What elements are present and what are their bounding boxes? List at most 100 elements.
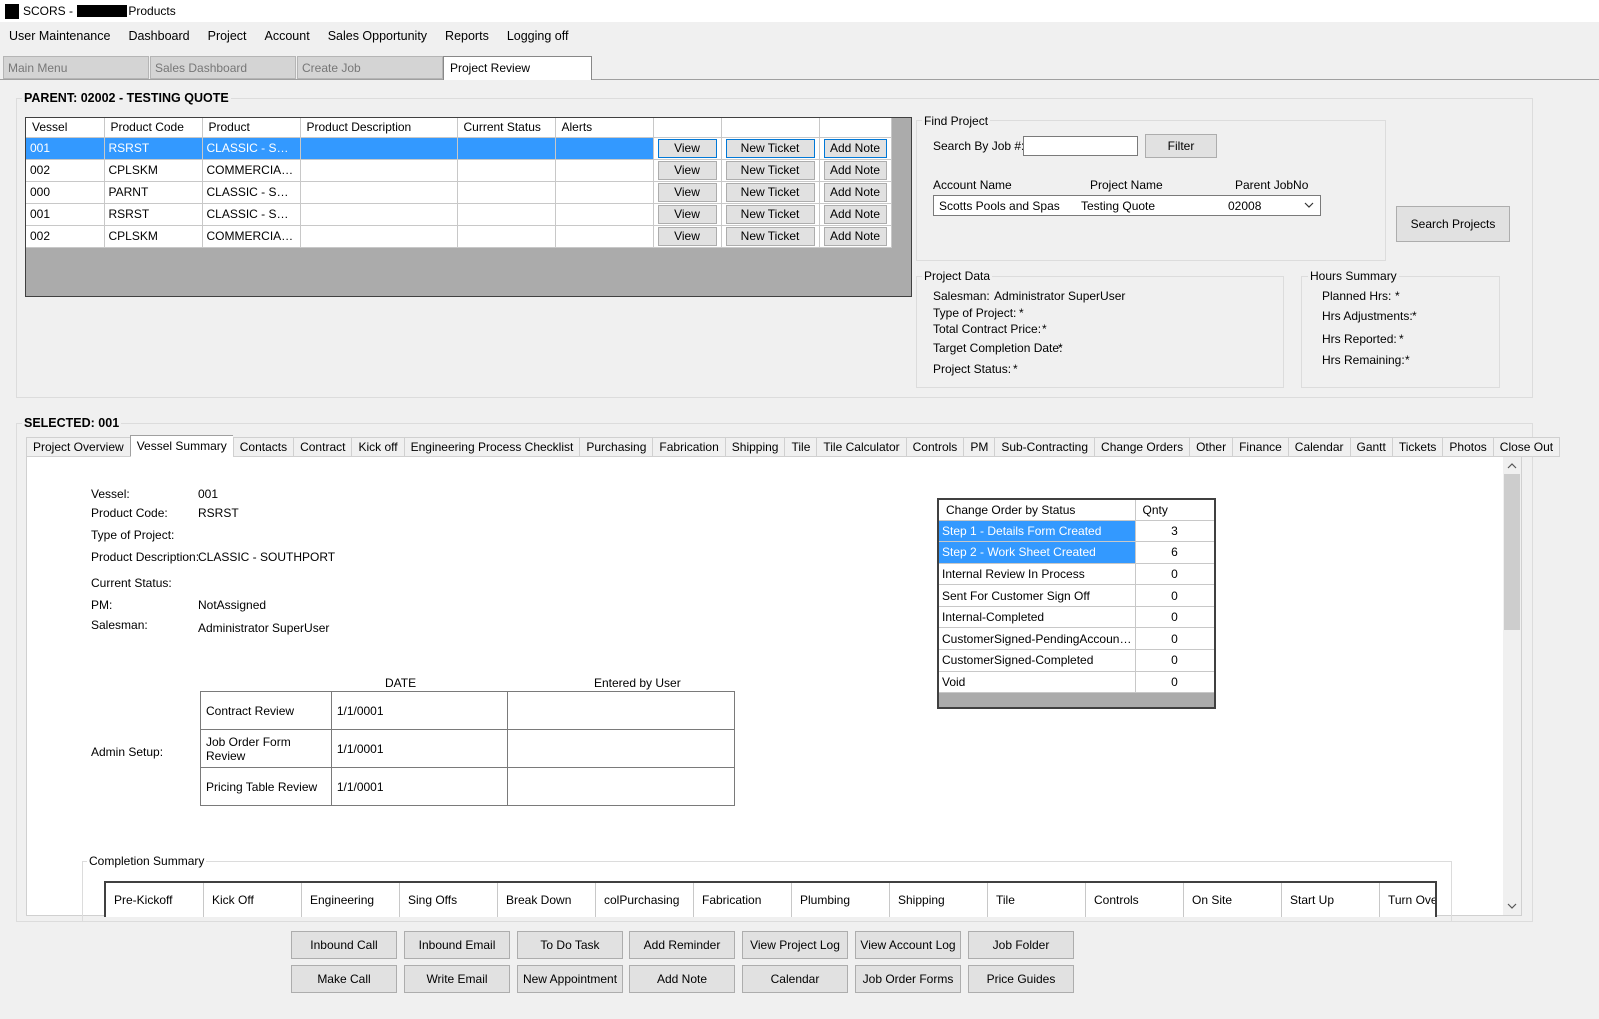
tab-kick-off[interactable]: Kick off [351,437,404,457]
new-ticket-button[interactable]: New Ticket [725,204,815,224]
view-project-log-button[interactable]: View Project Log [742,931,848,959]
tab-pm[interactable]: PM [963,437,995,457]
menu-reports[interactable]: Reports [436,26,498,48]
inbound-email-button[interactable]: Inbound Email [404,931,510,959]
co-row[interactable]: Void 0 [939,671,1214,694]
comp-col-shipping[interactable]: Shipping [890,883,988,917]
scrollbar-thumb[interactable] [1504,474,1520,630]
filter-button[interactable]: Filter [1145,134,1217,158]
tab-finance[interactable]: Finance [1232,437,1288,457]
add-note-button[interactable]: Add Note [823,204,887,224]
view-button[interactable]: View [657,182,717,202]
scroll-up-icon[interactable] [1507,462,1517,469]
tab-contacts[interactable]: Contacts [232,437,294,457]
co-row[interactable]: Internal Review In Process 0 [939,563,1214,586]
search-projects-button[interactable]: Search Projects [1396,206,1510,242]
tab-photos[interactable]: Photos [1442,437,1493,457]
tab-gantt[interactable]: Gantt [1349,437,1392,457]
col-current-status[interactable]: Current Status [457,118,556,138]
col-vessel[interactable]: Vessel [26,118,105,138]
table-row[interactable]: 000PARNTCLASSIC - SOUTHPORT View New Ticke… [26,181,892,204]
tab-vessel-summary[interactable]: Vessel Summary [129,435,233,457]
calendar-button[interactable]: Calendar [742,965,848,993]
view-button[interactable]: View [657,138,717,158]
table-row[interactable]: 001RSRSTCLASSIC - SOUTHPORT View New Ticke… [26,203,892,226]
co-row[interactable]: Step 1 - Details Form Created 3 [939,520,1214,543]
col-product-code[interactable]: Product Code [104,118,203,138]
view-button[interactable]: View [657,204,717,224]
tab-purchasing[interactable]: Purchasing [579,437,653,457]
table-row[interactable]: 001RSRSTCLASSIC - SOUTHPORT View New Ticke… [26,137,892,160]
add-note-button[interactable]: Add Note [823,138,887,158]
comp-col-sing-offs[interactable]: Sing Offs [400,883,498,917]
comp-col-turn-over[interactable]: Turn Over [1380,883,1435,917]
co-row[interactable]: Step 2 - Work Sheet Created 6 [939,541,1214,564]
menu-project[interactable]: Project [199,26,256,48]
job-order-forms-button[interactable]: Job Order Forms [855,965,961,993]
tab-create-job[interactable]: Create Job [297,56,443,79]
comp-col-fabrication[interactable]: Fabrication [694,883,792,917]
tab-project-review[interactable]: Project Review [443,56,592,80]
col-alerts[interactable]: Alerts [555,118,654,138]
menu-account[interactable]: Account [256,26,319,48]
new-ticket-button[interactable]: New Ticket [725,226,815,246]
job-folder-button[interactable]: Job Folder [968,931,1074,959]
tab-engineering-process-checklist[interactable]: Engineering Process Checklist [403,437,580,457]
table-row[interactable]: 002CPLSKMCOMMERCIAL POOL View New Ticket Ad… [26,225,892,248]
comp-col-start-up[interactable]: Start Up [1282,883,1380,917]
comp-col-controls[interactable]: Controls [1086,883,1184,917]
tab-shipping[interactable]: Shipping [724,437,785,457]
add-note-button[interactable]: Add Note [629,965,735,993]
project-select[interactable]: Scotts Pools and Spas Testing Quote 0200… [933,195,1321,216]
menu-dashboard[interactable]: Dashboard [119,26,198,48]
new-ticket-button[interactable]: New Ticket [725,182,815,202]
co-row[interactable]: CustomerSigned-PendingAccountApproval0 [939,627,1214,651]
add-note-button[interactable]: Add Note [823,182,887,202]
comp-col-tile[interactable]: Tile [988,883,1086,917]
comp-col-colpurchasing[interactable]: colPurchasing [596,883,694,917]
tab-sales-dashboard[interactable]: Sales Dashboard [150,56,296,79]
comp-col-engineering[interactable]: Engineering [302,883,400,917]
tab-close-out[interactable]: Close Out [1492,437,1561,457]
menu-user-maintenance[interactable]: User Maintenance [0,26,119,48]
write-email-button[interactable]: Write Email [404,965,510,993]
co-row[interactable]: CustomerSigned-Completed 0 [939,649,1214,672]
table-row[interactable]: 002CPLSKMCOMMERCIAL POOL View New Ticket Ad… [26,159,892,182]
price-guides-button[interactable]: Price Guides [968,965,1074,993]
tab-tickets[interactable]: Tickets [1391,437,1443,457]
view-account-log-button[interactable]: View Account Log [855,931,961,959]
view-button[interactable]: View [657,160,717,180]
tab-tile[interactable]: Tile [784,437,817,457]
tab-project-overview[interactable]: Project Overview [26,437,130,457]
co-col-status[interactable]: Change Order by Status [939,500,1136,521]
add-note-button[interactable]: Add Note [823,226,887,246]
new-ticket-button[interactable]: New Ticket [725,160,815,180]
add-note-button[interactable]: Add Note [823,160,887,180]
menu-sales-opportunity[interactable]: Sales Opportunity [319,26,436,48]
view-button[interactable]: View [657,226,717,246]
co-col-qty[interactable]: Qnty [1135,500,1214,521]
comp-col-break-down[interactable]: Break Down [498,883,596,917]
tab-controls[interactable]: Controls [905,437,964,457]
new-appointment-button[interactable]: New Appointment [517,965,623,993]
make-call-button[interactable]: Make Call [291,965,397,993]
comp-col-kick-off[interactable]: Kick Off [204,883,302,917]
comp-col-on-site[interactable]: On Site [1184,883,1282,917]
co-row[interactable]: Sent For Customer Sign Off 0 [939,584,1214,607]
comp-col-pre-kickoff[interactable]: Pre-Kickoff [106,883,204,917]
tab-change-orders[interactable]: Change Orders [1094,437,1190,457]
co-row[interactable]: Internal-Completed 0 [939,606,1214,629]
col-product-description[interactable]: Product Description [300,118,458,138]
scroll-down-icon[interactable] [1507,903,1517,910]
add-reminder-button[interactable]: Add Reminder [629,931,735,959]
to-do-task-button[interactable]: To Do Task [517,931,623,959]
search-job-input[interactable] [1023,136,1138,156]
tab-fabrication[interactable]: Fabrication [652,437,725,457]
comp-col-plumbing[interactable]: Plumbing [792,883,890,917]
tab-other[interactable]: Other [1189,437,1233,457]
col-product[interactable]: Product [202,118,301,138]
tab-main-menu[interactable]: Main Menu [3,56,149,79]
inbound-call-button[interactable]: Inbound Call [291,931,397,959]
menu-logging-off[interactable]: Logging off [498,26,578,48]
tab-sub-contracting[interactable]: Sub-Contracting [994,437,1095,457]
